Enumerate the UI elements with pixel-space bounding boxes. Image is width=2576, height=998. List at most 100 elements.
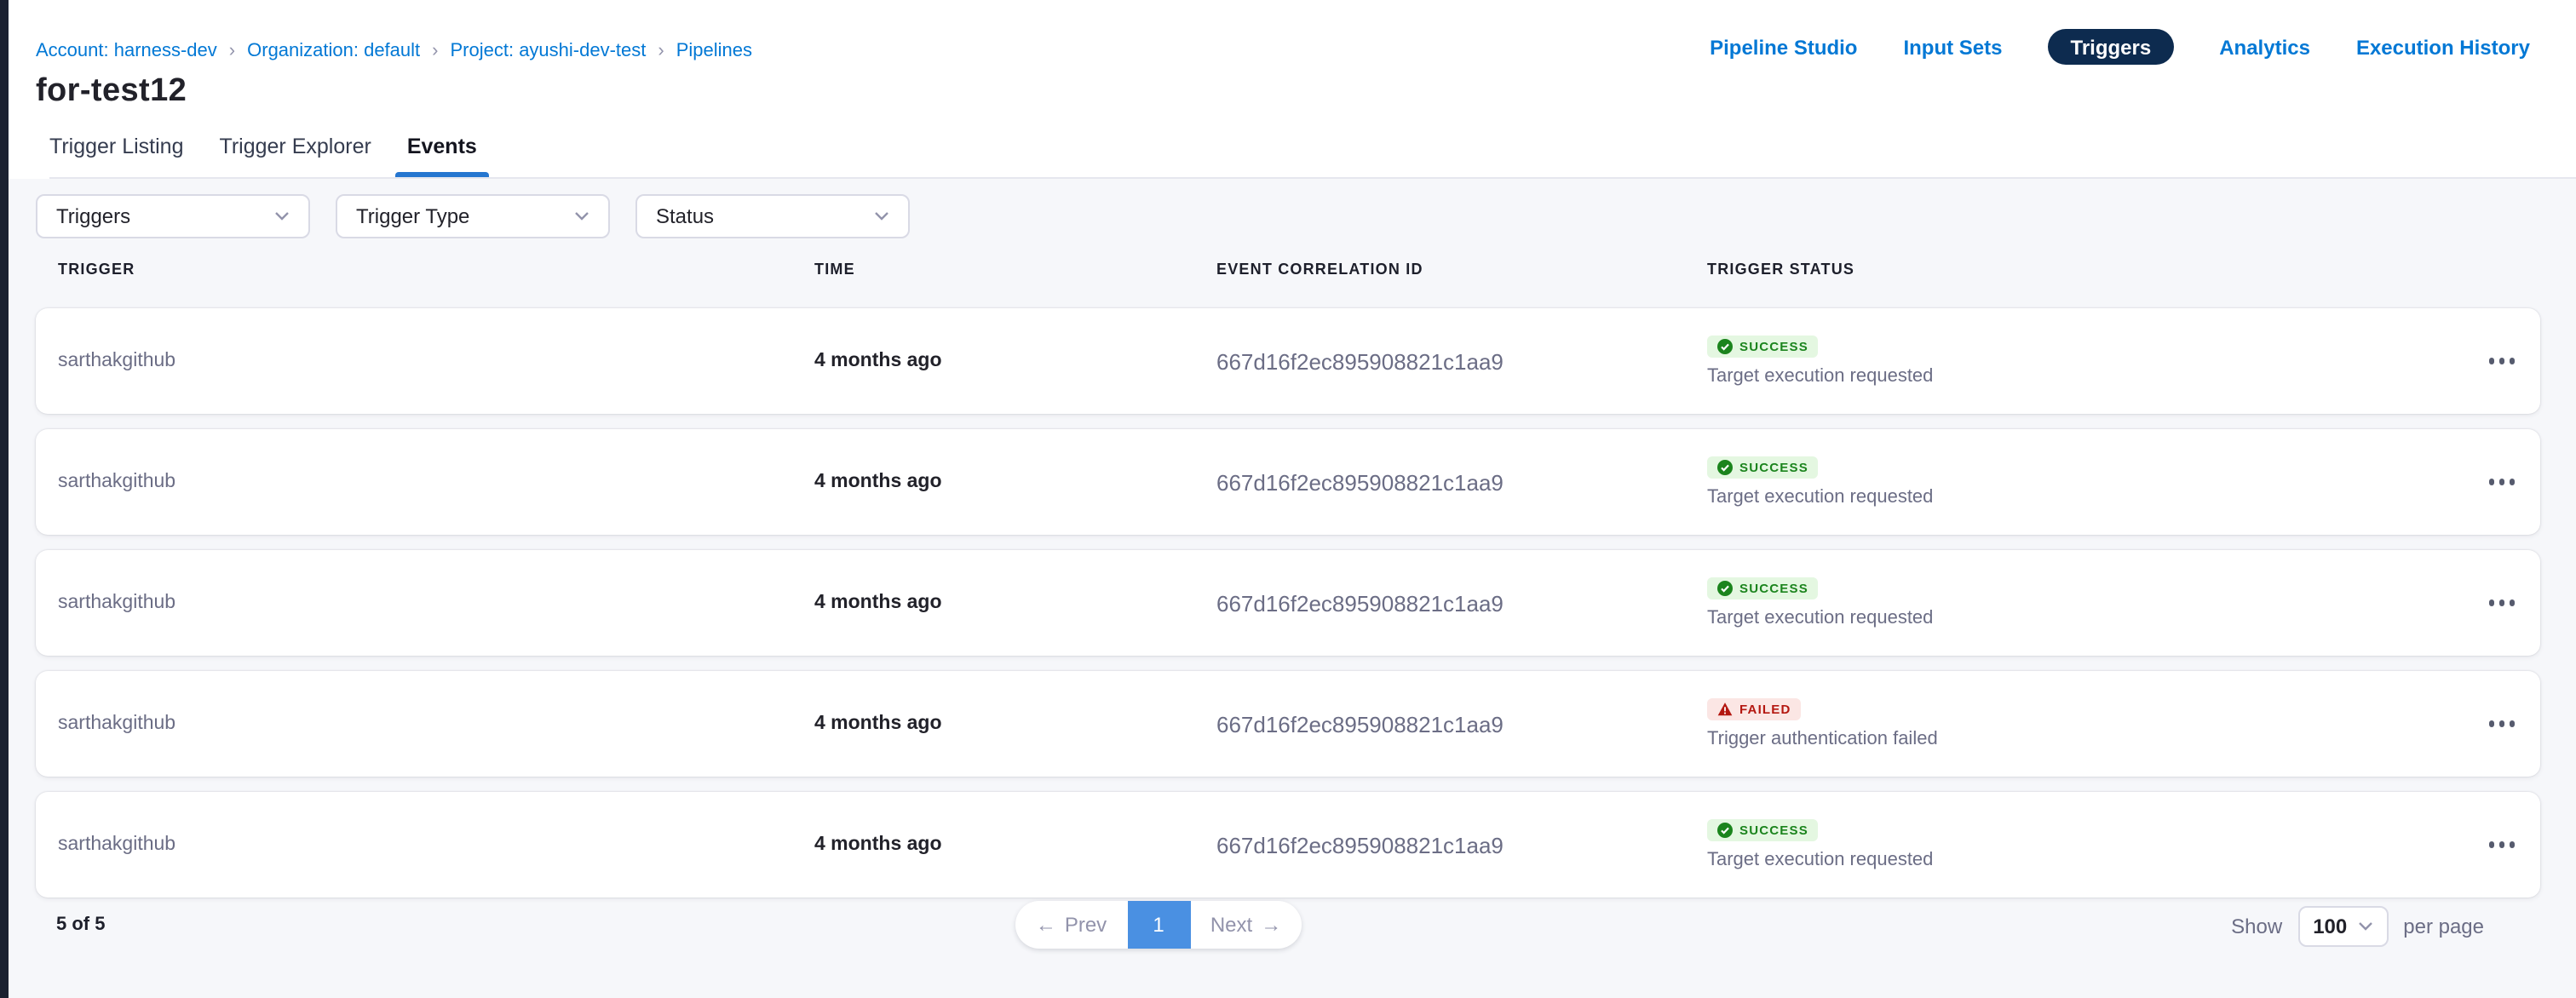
column-header-trigger: TRIGGER xyxy=(58,261,814,278)
status-badge-label: FAILED xyxy=(1739,702,1791,717)
trigger-status-cell: SUCCESS Target execution requested xyxy=(1707,819,2477,870)
status-badge-label: SUCCESS xyxy=(1739,823,1808,838)
status-badge-label: SUCCESS xyxy=(1739,460,1808,475)
next-label: Next xyxy=(1210,913,1252,937)
status-badge-label: SUCCESS xyxy=(1739,581,1808,596)
more-options-button[interactable] xyxy=(2485,594,2518,613)
filter-bar: Triggers Trigger Type Status xyxy=(36,194,2540,238)
prev-page-button[interactable]: ← Prev xyxy=(1015,901,1127,949)
arrow-right-icon: → xyxy=(1261,915,1281,935)
status-badge: SUCCESS xyxy=(1707,336,1819,358)
event-correlation-id: 667d16f2ec895908821c1aa9 xyxy=(1216,590,1707,616)
trigger-type-filter-dropdown[interactable]: Trigger Type xyxy=(336,194,610,238)
more-options-button[interactable] xyxy=(2485,473,2518,492)
breadcrumb-organization[interactable]: Organization: default xyxy=(247,41,420,61)
tab-trigger-explorer[interactable]: Trigger Explorer xyxy=(220,135,371,177)
status-badge-label: SUCCESS xyxy=(1739,339,1808,354)
tab-events[interactable]: Events xyxy=(407,135,477,177)
page-title: for-test12 xyxy=(36,73,2576,111)
status-detail: Target execution requested xyxy=(1707,850,1933,870)
trigger-name: sarthakgithub xyxy=(58,593,814,613)
prev-label: Prev xyxy=(1065,913,1107,937)
column-header-event-correlation-id: EVENT CORRELATION ID xyxy=(1216,261,1707,278)
event-time: 4 months ago xyxy=(814,714,1216,734)
triggers-filter-dropdown[interactable]: Triggers xyxy=(36,194,310,238)
event-time: 4 months ago xyxy=(814,593,1216,613)
chevron-right-icon: › xyxy=(432,42,438,60)
chevron-down-icon xyxy=(274,211,290,221)
check-circle-icon xyxy=(1717,339,1733,354)
triggers-filter-label: Triggers xyxy=(56,204,130,228)
chevron-down-icon xyxy=(874,211,889,221)
trigger-name: sarthakgithub xyxy=(58,714,814,734)
chevron-right-icon: › xyxy=(658,42,664,60)
more-options-button[interactable] xyxy=(2485,835,2518,855)
status-badge: SUCCESS xyxy=(1707,819,1819,841)
more-options-button[interactable] xyxy=(2485,352,2518,371)
trigger-name: sarthakgithub xyxy=(58,351,814,371)
side-nav-edge xyxy=(0,0,9,998)
status-badge: SUCCESS xyxy=(1707,456,1819,479)
page-size-dropdown[interactable]: 100 xyxy=(2297,906,2388,947)
breadcrumb-account[interactable]: Account: harness-dev xyxy=(36,41,217,61)
event-correlation-id: 667d16f2ec895908821c1aa9 xyxy=(1216,348,1707,374)
status-filter-label: Status xyxy=(656,204,714,228)
trigger-status-cell: SUCCESS Target execution requested xyxy=(1707,336,2477,387)
status-filter-dropdown[interactable]: Status xyxy=(635,194,910,238)
check-circle-icon xyxy=(1717,581,1733,596)
trigger-status-cell: SUCCESS Target execution requested xyxy=(1707,456,2477,508)
event-row[interactable]: sarthakgithub 4 months ago 667d16f2ec895… xyxy=(36,429,2540,535)
event-row[interactable]: sarthakgithub 4 months ago 667d16f2ec895… xyxy=(36,792,2540,898)
event-time: 4 months ago xyxy=(814,351,1216,371)
status-badge: SUCCESS xyxy=(1707,577,1819,599)
events-list: sarthakgithub 4 months ago 667d16f2ec895… xyxy=(36,308,2540,898)
warning-triangle-icon xyxy=(1717,702,1733,717)
chevron-down-icon xyxy=(574,211,589,221)
current-page-button[interactable]: 1 xyxy=(1127,901,1190,949)
page-size-value: 100 xyxy=(2313,915,2347,938)
status-badge: FAILED xyxy=(1707,698,1802,720)
trigger-name: sarthakgithub xyxy=(58,472,814,492)
event-time: 4 months ago xyxy=(814,835,1216,855)
event-row[interactable]: sarthakgithub 4 months ago 667d16f2ec895… xyxy=(36,550,2540,656)
status-detail: Trigger authentication failed xyxy=(1707,729,1938,749)
trigger-name: sarthakgithub xyxy=(58,835,814,855)
status-detail: Target execution requested xyxy=(1707,487,1933,508)
event-row[interactable]: sarthakgithub 4 months ago 667d16f2ec895… xyxy=(36,308,2540,414)
status-detail: Target execution requested xyxy=(1707,366,1933,387)
table-header: TRIGGER TIME EVENT CORRELATION ID TRIGGE… xyxy=(36,259,2540,279)
nav-analytics[interactable]: Analytics xyxy=(2219,30,2310,64)
pagination-footer: 5 of 5 ← Prev 1 Next → Show 100 xyxy=(36,898,2540,983)
result-count: 5 of 5 xyxy=(56,915,105,935)
check-circle-icon xyxy=(1717,460,1733,475)
event-correlation-id: 667d16f2ec895908821c1aa9 xyxy=(1216,711,1707,737)
page-header: Account: harness-dev › Organization: def… xyxy=(0,0,2576,179)
trigger-type-filter-label: Trigger Type xyxy=(356,204,469,228)
tab-trigger-listing[interactable]: Trigger Listing xyxy=(49,135,184,177)
event-correlation-id: 667d16f2ec895908821c1aa9 xyxy=(1216,469,1707,495)
triggers-events-page: Account: harness-dev › Organization: def… xyxy=(0,0,2576,998)
column-header-time: TIME xyxy=(814,261,1216,278)
next-page-button[interactable]: Next → xyxy=(1190,901,1302,949)
nav-pipeline-studio[interactable]: Pipeline Studio xyxy=(1710,30,1857,64)
pager: ← Prev 1 Next → xyxy=(1015,901,1302,949)
events-content: Triggers Trigger Type Status TRIGGER TI xyxy=(0,194,2576,983)
trigger-status-cell: FAILED Trigger authentication failed xyxy=(1707,698,2477,749)
event-row[interactable]: sarthakgithub 4 months ago 667d16f2ec895… xyxy=(36,671,2540,777)
pipeline-section-nav: Pipeline Studio Input Sets Triggers Anal… xyxy=(1710,29,2530,65)
chevron-down-icon xyxy=(2357,921,2372,932)
arrow-left-icon: ← xyxy=(1036,915,1056,935)
tab-bar: Trigger Listing Trigger Explorer Events xyxy=(49,135,2576,179)
more-options-button[interactable] xyxy=(2485,714,2518,734)
column-header-trigger-status: TRIGGER STATUS xyxy=(1707,261,2477,278)
event-correlation-id: 667d16f2ec895908821c1aa9 xyxy=(1216,832,1707,857)
nav-input-sets[interactable]: Input Sets xyxy=(1903,30,2002,64)
breadcrumb-pipelines[interactable]: Pipelines xyxy=(676,41,752,61)
trigger-status-cell: SUCCESS Target execution requested xyxy=(1707,577,2477,628)
nav-execution-history[interactable]: Execution History xyxy=(2356,30,2530,64)
page-size-control: Show 100 per page xyxy=(2231,906,2484,947)
show-label: Show xyxy=(2231,915,2282,938)
nav-triggers[interactable]: Triggers xyxy=(2049,29,2174,65)
breadcrumb-project[interactable]: Project: ayushi-dev-test xyxy=(451,41,647,61)
event-time: 4 months ago xyxy=(814,472,1216,492)
